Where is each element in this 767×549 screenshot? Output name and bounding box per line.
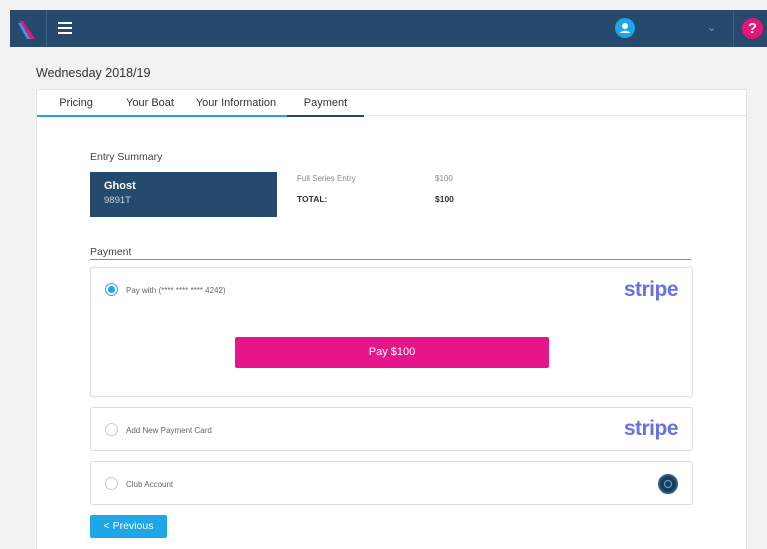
payment-option-new-card[interactable]: Add New Payment Card stripe — [90, 407, 693, 451]
help-button-cell: ? — [733, 10, 767, 47]
payment-option-club-account[interactable]: Club Account — [90, 461, 693, 505]
boat-name: Ghost — [104, 180, 136, 192]
radio-club-account[interactable] — [105, 477, 118, 490]
help-button[interactable]: ? — [742, 18, 763, 39]
entry-summary-heading: Entry Summary — [90, 151, 163, 163]
club-account-label: Club Account — [126, 480, 174, 489]
tab-label: Pricing — [59, 97, 93, 109]
tab-label: Your Information — [195, 97, 277, 109]
payment-option-saved-card[interactable]: Pay with (**** **** **** 4242) stripe Pa… — [90, 267, 693, 397]
line-item-amount: $100 — [435, 174, 453, 183]
new-card-label: Add New Payment Card — [126, 426, 212, 435]
total-amount: $100 — [435, 194, 454, 204]
boat-summary-box: Ghost 9891T — [90, 172, 277, 217]
saved-card-label: Pay with (**** **** **** 4242) — [126, 286, 226, 295]
tab-bar: Pricing Your Boat Your Information Payme… — [37, 90, 746, 117]
club-logo-icon — [658, 474, 678, 494]
radio-new-card[interactable] — [105, 423, 118, 436]
tab-label: Payment — [303, 97, 348, 109]
page-title: Wednesday 2018/19 — [36, 66, 151, 80]
tab-payment[interactable]: Payment — [287, 90, 364, 117]
stripe-logo: stripe — [623, 278, 679, 301]
sail-number: 9891T — [104, 195, 131, 206]
tab-pricing[interactable]: Pricing — [37, 90, 115, 117]
stripe-logo: stripe — [623, 417, 679, 440]
logo[interactable] — [10, 10, 47, 47]
user-avatar[interactable] — [615, 18, 635, 38]
entry-card: Pricing Your Boat Your Information Payme… — [36, 89, 747, 549]
previous-button[interactable]: < Previous — [90, 515, 167, 538]
tab-your-boat[interactable]: Your Boat — [115, 90, 185, 117]
line-item-label: Full Series Entry — [297, 174, 356, 183]
logo-icon — [18, 21, 35, 39]
top-bar: ⌄ ? — [10, 10, 767, 47]
tab-your-information[interactable]: Your Information — [185, 90, 287, 117]
payment-divider — [90, 259, 691, 260]
tab-label: Your Boat — [126, 97, 174, 109]
chevron-down-icon[interactable]: ⌄ — [707, 21, 716, 34]
radio-saved-card[interactable] — [105, 283, 118, 296]
total-label: TOTAL: — [297, 194, 328, 204]
payment-heading: Payment — [90, 246, 132, 258]
pay-button[interactable]: Pay $100 — [235, 337, 549, 368]
user-icon — [619, 23, 631, 33]
menu-button[interactable] — [48, 10, 84, 47]
